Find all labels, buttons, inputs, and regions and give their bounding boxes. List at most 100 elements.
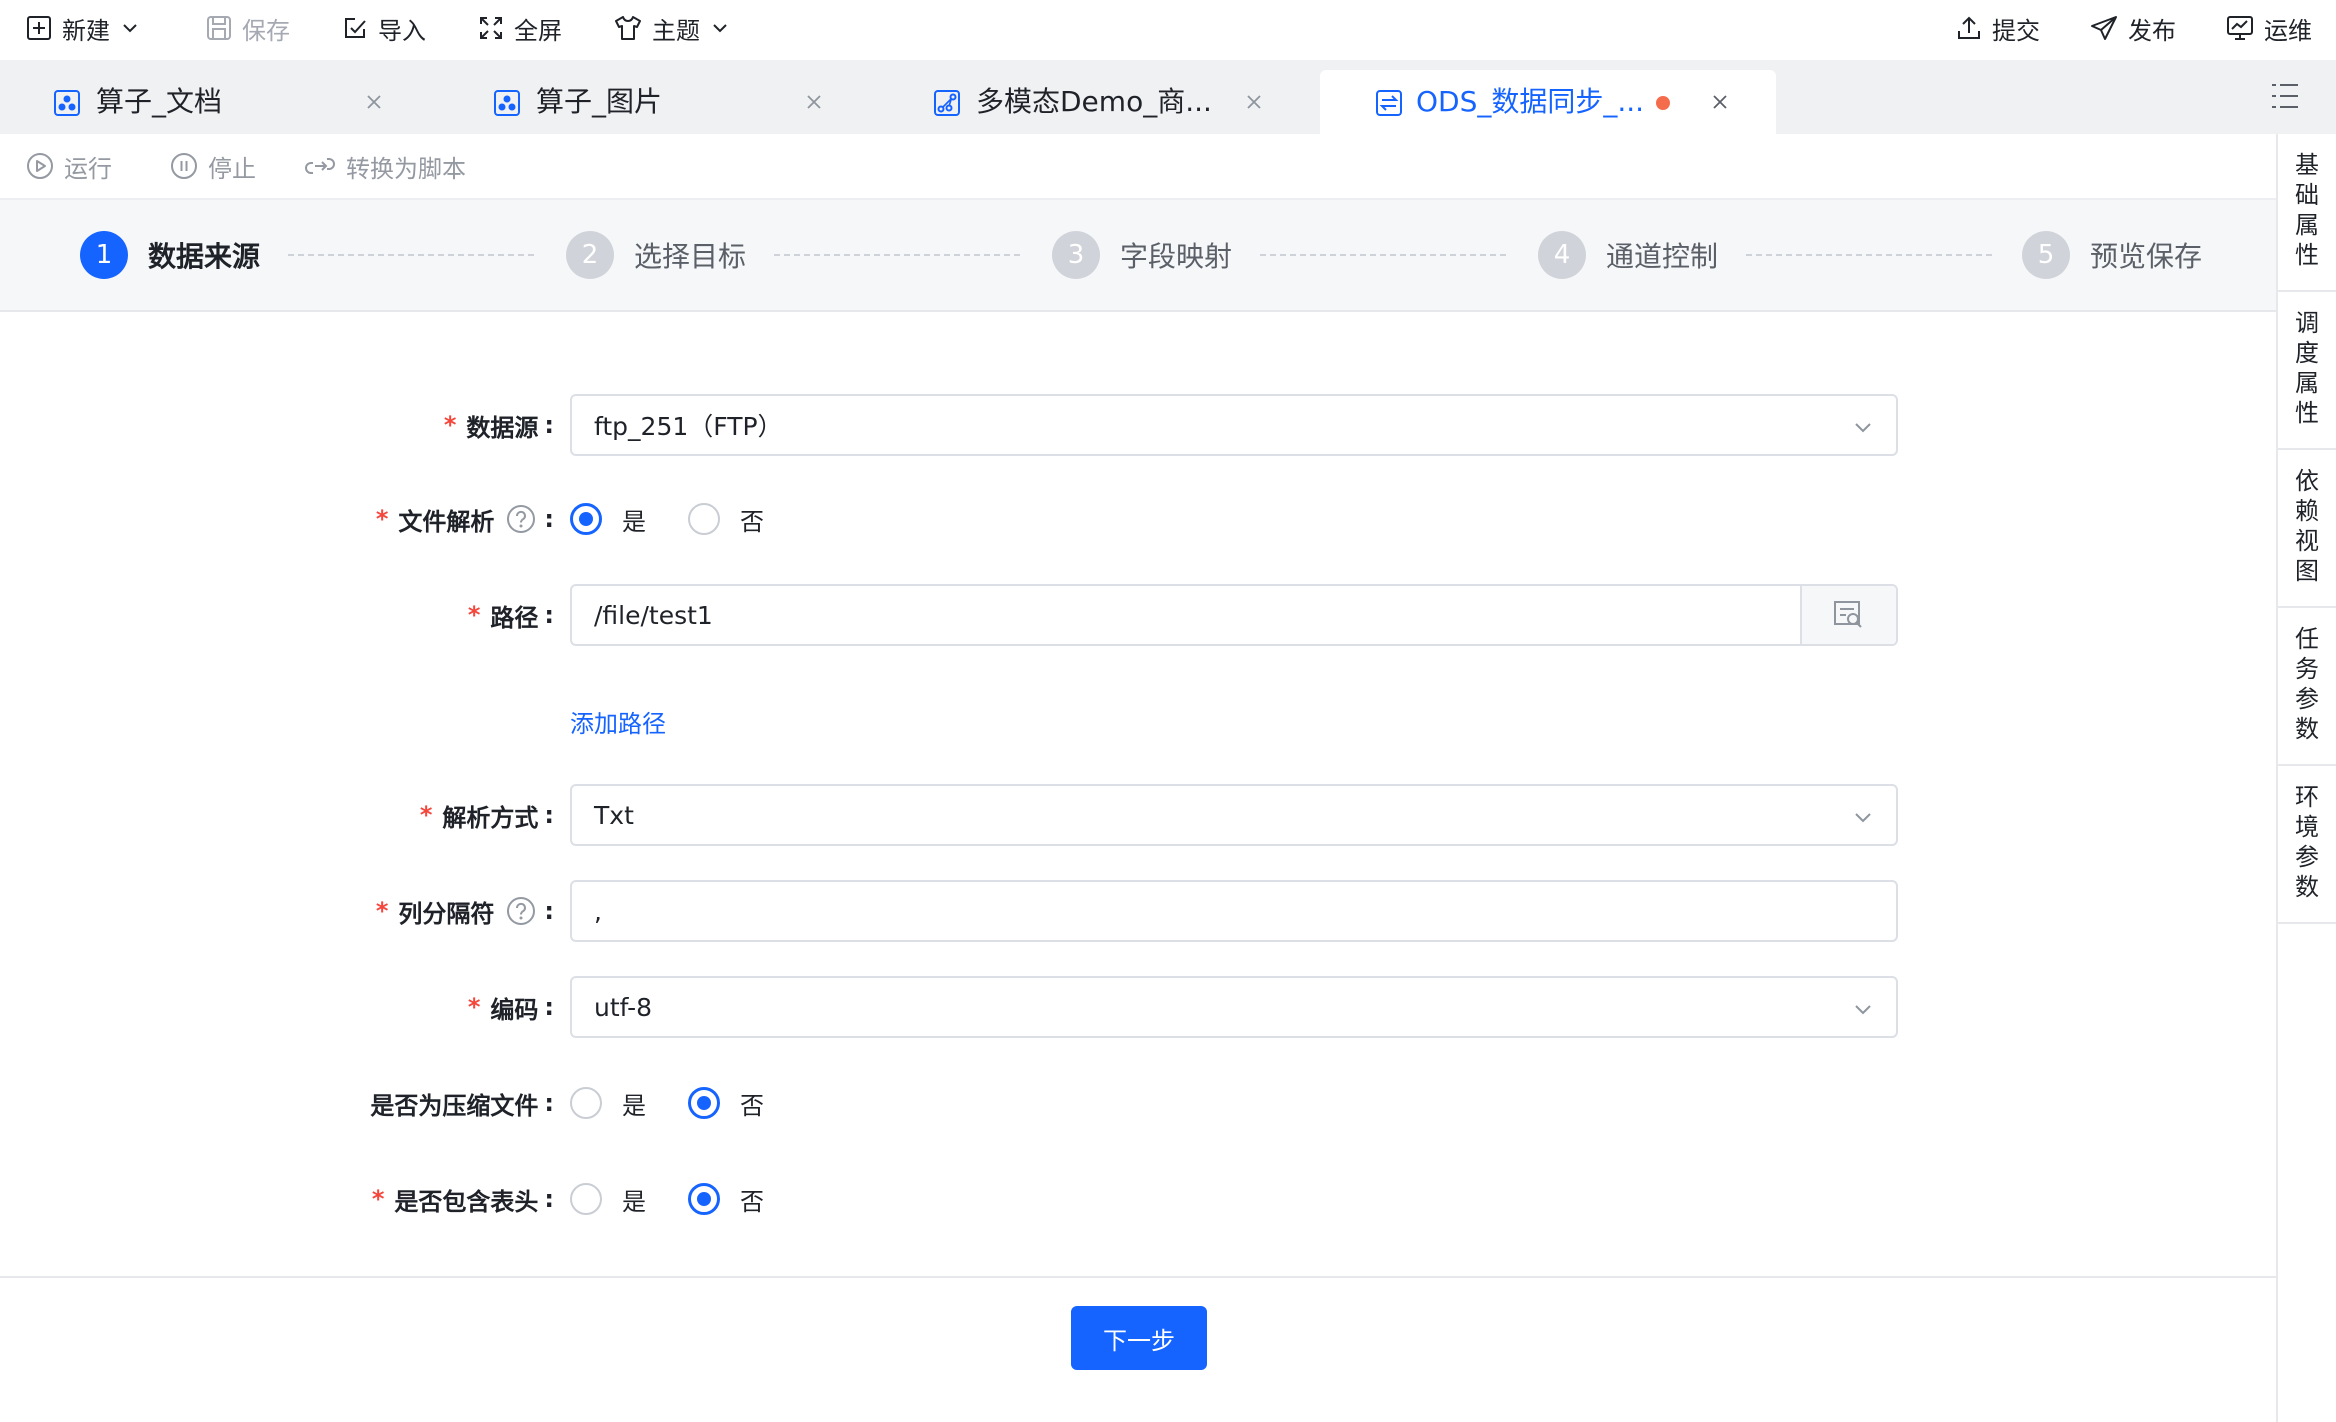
step-field-mapping[interactable]: 3 字段映射 [1052,230,1232,280]
has-header-yes-radio[interactable]: 是 [570,1182,646,1217]
step-preview-save[interactable]: 5 预览保存 [2022,230,2202,280]
file-parse-label: * 文件解析 : [375,504,554,536]
submit-button[interactable]: 提交 [1956,0,2040,56]
datasource-select[interactable]: ftp_251（FTP） [570,394,1898,456]
step-select-target[interactable]: 2 选择目标 [566,230,746,280]
publish-button[interactable]: 发布 [2090,0,2176,56]
encoding-label: * 编码: [467,993,554,1024]
step-connector [288,254,534,256]
rail-task-parameters[interactable]: 任务参数 [2278,608,2336,766]
next-step-button[interactable]: 下一步 [1071,1306,1207,1370]
run-label: 运行 [64,154,112,183]
fullscreen-icon [478,15,504,41]
ops-label: 运维 [2264,16,2312,45]
save-button[interactable]: 保存 [206,0,290,56]
close-icon[interactable] [804,92,824,112]
close-icon[interactable] [1710,92,1730,112]
required-mark: * [371,1185,385,1213]
convert-to-script-button[interactable]: 转换为脚本 [304,134,466,198]
operator-icon [494,90,520,116]
flow-icon [934,90,960,116]
chevron-down-icon [1852,416,1874,438]
new-menu-button[interactable]: 新建 [26,0,140,56]
column-separator-input[interactable]: , [570,880,1898,942]
required-mark: * [375,505,389,533]
add-path-link[interactable]: 添加路径 [570,704,666,739]
step-number: 2 [566,231,614,279]
step-data-source[interactable]: 1 数据来源 [80,230,260,280]
step-title: 预览保存 [2090,240,2203,273]
radio-checked [570,503,602,535]
step-connector [774,254,1020,256]
theme-menu-button[interactable]: 主题 [614,0,730,56]
tshirt-icon [614,15,642,41]
path-input[interactable]: /file/test1 [570,584,1898,646]
stop-button[interactable]: 停止 [170,134,256,198]
theme-label: 主题 [652,16,700,45]
rail-dependency-view[interactable]: 依赖视图 [2278,450,2336,608]
ops-button[interactable]: 运维 [2226,0,2312,56]
has-header-no-radio[interactable]: 否 [688,1182,764,1217]
required-mark: * [419,801,433,829]
rail-schedule-properties[interactable]: 调度属性 [2278,292,2336,450]
column-separator-label: * 列分隔符 : [375,896,554,928]
close-icon[interactable] [364,92,384,112]
step-number: 5 [2022,231,2070,279]
rail-label: 环境参数 [2295,783,2319,901]
tab-multimodal-demo[interactable]: 多模态Demo_商... [934,70,1274,134]
import-button[interactable]: 导入 [342,0,426,56]
has-header-radio-group: 是 否 [570,1168,806,1230]
action-bar: 运行 停止 转换为脚本 [0,134,2276,198]
browse-path-button[interactable] [1800,586,1896,644]
close-icon[interactable] [1244,92,1264,112]
required-mark: * [375,897,389,925]
path-label: * 路径: [467,601,554,632]
publish-label: 发布 [2128,16,2176,45]
radio-checked [688,1087,720,1119]
play-circle-icon [26,152,54,180]
rail-label: 调度属性 [2295,309,2319,427]
compressed-yes-radio[interactable]: 是 [570,1086,646,1121]
chevron-down-icon [120,18,140,38]
top-toolbar: 新建 保存 导入 全屏 主题 提交 发布 运维 [0,0,2336,60]
fullscreen-button[interactable]: 全屏 [478,0,562,56]
import-icon [342,15,368,41]
encoding-select[interactable]: utf-8 [570,976,1898,1038]
step-title: 通道控制 [1606,240,1719,273]
run-button[interactable]: 运行 [26,134,112,198]
tab-label: 算子_图片 [536,85,663,118]
parse-mode-select[interactable]: Txt [570,784,1898,846]
compressed-label: 是否为压缩文件: [370,1089,554,1120]
has-header-label: * 是否包含表头: [371,1185,554,1216]
rail-env-parameters[interactable]: 环境参数 [2278,766,2336,924]
step-number: 1 [80,231,128,279]
step-connector [1746,254,1992,256]
file-parse-no-radio[interactable]: 否 [688,502,764,537]
question-circle-icon[interactable] [506,504,536,534]
pause-circle-icon [170,152,198,180]
submit-label: 提交 [1992,16,2040,45]
question-circle-icon[interactable] [506,896,536,926]
import-label: 导入 [378,16,426,45]
radio-unchecked [570,1087,602,1119]
step-channel-control[interactable]: 4 通道控制 [1538,230,1718,280]
tab-ods-sync[interactable]: ODS_数据同步_... [1320,70,1776,134]
tab-operator-image[interactable]: 算子_图片 [494,70,834,134]
stop-label: 停止 [208,154,256,183]
rail-basic-properties[interactable]: 基础属性 [2278,134,2336,292]
radio-unchecked [688,503,720,535]
step-number: 4 [1538,231,1586,279]
upload-icon [1956,15,1982,41]
sync-icon [1376,90,1402,116]
required-mark: * [467,601,481,629]
file-parse-yes-radio[interactable]: 是 [570,502,646,537]
compressed-no-radio[interactable]: 否 [688,1086,764,1121]
radio-checked [688,1183,720,1215]
list-menu-icon[interactable] [2270,82,2300,110]
chevron-down-icon [710,18,730,38]
form-footer: 下一步 [0,1276,2276,1422]
chevron-down-icon [1852,806,1874,828]
radio-unchecked [570,1183,602,1215]
tab-operator-doc[interactable]: 算子_文档 [54,70,394,134]
convert-icon [304,154,336,178]
